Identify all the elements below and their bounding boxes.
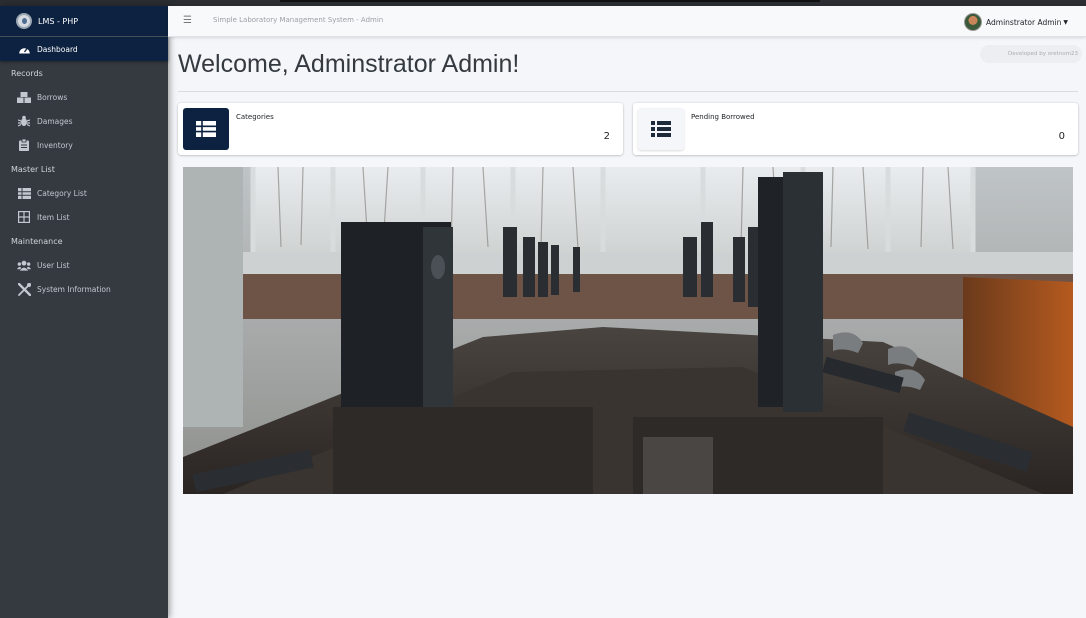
sidebar-item-item-list[interactable]: Item List	[0, 205, 168, 229]
page-title: Welcome, Adminstrator Admin!	[178, 50, 520, 78]
avatar	[964, 13, 983, 31]
menu-toggle-icon[interactable]: ☰	[183, 15, 192, 26]
info-box-pending-borrowed: Pending Borrowed 0	[633, 103, 1078, 155]
sidebar-header-records: Records	[11, 68, 43, 78]
sidebar-item-user-list[interactable]: User List	[0, 253, 168, 277]
bug-icon	[17, 115, 31, 127]
user-name: Adminstrator Admin	[986, 17, 1062, 27]
clipboard-icon	[17, 139, 31, 151]
sidebar-item-dashboard[interactable]: Dashboard	[0, 37, 168, 61]
info-box-title: Pending Borrowed	[691, 113, 755, 121]
developer-credit: Developed by oretnom23	[980, 45, 1082, 63]
sidebar-item-label: Item List	[37, 212, 70, 222]
sidebar-item-borrows[interactable]: Borrows	[0, 85, 168, 109]
sidebar-item-label: System Information	[37, 284, 111, 294]
tachometer-icon	[17, 43, 31, 55]
caret-down-icon: ▼	[1063, 18, 1068, 26]
sidebar-item-damages[interactable]: Damages	[0, 109, 168, 133]
sidebar-item-label: Inventory	[37, 140, 73, 150]
grid-icon	[17, 211, 31, 223]
sidebar-item-system-information[interactable]: System Information	[0, 277, 168, 301]
sidebar-item-category-list[interactable]: Category List	[0, 181, 168, 205]
sidebar-item-label: Borrows	[37, 92, 68, 102]
sidebar-header-master-list: Master List	[11, 164, 55, 174]
sidebar-item-label: Dashboard	[37, 44, 78, 54]
boxes-icon	[17, 91, 31, 103]
th-list-icon	[183, 108, 229, 150]
tools-icon	[17, 282, 31, 296]
divider	[178, 91, 1078, 92]
users-icon	[17, 259, 31, 271]
brand-logo-icon	[16, 13, 32, 29]
sidebar: LMS - PHP Dashboard Records Borrows Dama…	[0, 6, 168, 618]
sidebar-item-label: User List	[37, 260, 70, 270]
system-title: Simple Laboratory Management System - Ad…	[213, 16, 384, 24]
info-box-categories: Categories 2	[178, 103, 623, 155]
info-box-title: Categories	[236, 113, 274, 121]
brand-link[interactable]: LMS - PHP	[0, 6, 168, 37]
computer-lab-banner-image	[183, 167, 1073, 494]
window-top-bar	[280, 0, 820, 2]
user-menu[interactable]: Adminstrator Admin ▼	[964, 13, 1068, 31]
brand-name: LMS - PHP	[38, 16, 79, 26]
sidebar-item-label: Damages	[37, 116, 73, 126]
table-icon	[17, 187, 31, 199]
list-icon	[638, 108, 684, 150]
top-navbar: ☰ Simple Laboratory Management System - …	[168, 6, 1086, 37]
sidebar-header-maintenance: Maintenance	[11, 236, 63, 246]
info-box-value: 2	[603, 131, 610, 142]
sidebar-item-label: Category List	[37, 188, 87, 198]
sidebar-item-inventory[interactable]: Inventory	[0, 133, 168, 157]
info-box-value: 0	[1058, 131, 1065, 142]
